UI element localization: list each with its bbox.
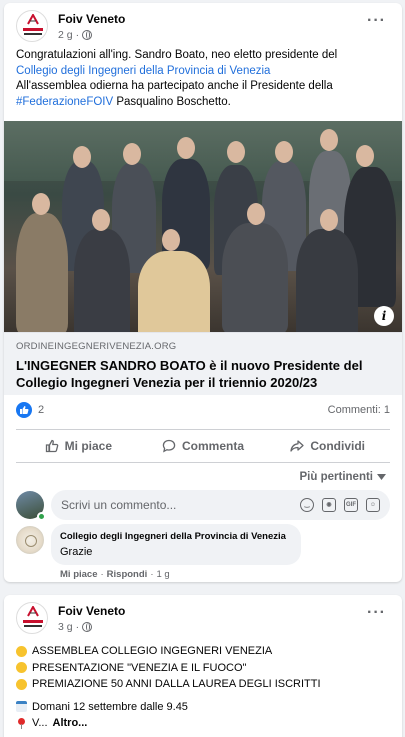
photo-face [320,129,338,151]
photo-face [162,229,180,251]
post-stats: 2 Commenti: 1 [16,401,390,421]
photo-face [356,145,374,167]
caret-down-icon [377,474,386,480]
comment-time[interactable]: 1 g [156,569,169,580]
info-icon[interactable]: i [374,306,394,326]
like-label: Mi piace [64,439,113,453]
see-more-link[interactable]: Altro... [53,715,88,732]
photo-face [92,209,110,231]
hashtag-link[interactable]: #FederazioneFOIV [16,96,113,108]
post-text: Congratulazioni all'ing. Sandro Boato, n… [16,48,392,110]
post-time[interactable]: 2 g [58,29,73,41]
emoji-icon[interactable]: ‿ [300,498,314,512]
link-domain: ORDINEINGEGNERIVENEZIA.ORG [16,341,177,352]
like-count[interactable]: 2 [38,404,44,416]
comment-count[interactable]: Commenti: 1 [328,404,390,416]
logo-bar [24,625,42,627]
comment-label: Commenta [182,439,245,453]
commenter-avatar[interactable] [16,526,44,554]
gif-icon[interactable]: GIF [344,498,358,512]
photo-face [247,203,265,225]
yellow-circle-icon [16,678,27,690]
photo-face [320,209,338,231]
thumbs-up-icon [45,439,58,453]
more-options-icon[interactable]: ··· [367,13,386,29]
list-item: PRESENTAZIONE "VENEZIA E IL FUOCO" [16,660,392,677]
post-author[interactable]: Foiv Veneto [58,12,125,26]
comment-actions: Mi piace · Rispondi · 1 g [60,569,170,580]
post-card: Foiv Veneto 2 g · ··· Congratulazioni al… [4,3,402,582]
globe-icon [82,622,93,632]
post-text-line: Congratulazioni all'ing. Sandro Boato, n… [16,49,338,61]
yellow-circle-icon [16,645,27,657]
photo-face [73,146,91,168]
calendar-icon [16,701,27,713]
post-actions: Mi piace Commenta Condividi [16,429,390,463]
more-options-icon[interactable]: ··· [367,605,386,621]
share-label: Condividi [310,439,366,453]
post-text-line: All'assemblea odierna ha partecipato anc… [16,80,333,92]
logo-bar [23,28,43,31]
comment-sort-dropdown[interactable]: Più pertinenti [300,471,386,483]
sort-label: Più pertinenti [299,471,373,483]
photo-face [275,141,293,163]
globe-icon [82,30,93,40]
photo-face [123,143,141,165]
page-avatar[interactable] [16,602,48,634]
like-reaction-icon[interactable] [16,402,32,418]
page-avatar[interactable] [16,10,48,42]
post-text-line: Pasqualino Boschetto. [113,95,231,108]
post-author[interactable]: Foiv Veneto [58,604,125,618]
comment-icon [162,439,176,453]
camera-icon[interactable]: ◉ [322,498,336,512]
photo-person [222,223,288,332]
post-time[interactable]: 3 g [58,621,73,633]
federation-logo-icon [27,606,39,617]
photo-face [177,137,195,159]
post-header: Foiv Veneto 3 g · ··· [16,602,390,636]
comment-button[interactable]: Commenta [141,430,266,462]
post-text: ASSEMBLEA COLLEGIO INGEGNERI VENEZIA PRE… [16,643,392,732]
comment-text: Grazie [60,546,93,558]
post-text-link[interactable]: Collegio degli Ingegneri della Provincia… [16,65,270,77]
comment-tools: ‿ ◉ GIF ☺ [300,498,380,512]
photo-person [138,251,210,332]
comment-box: ‿ ◉ GIF ☺ [51,490,390,520]
location-line: V... Altro... [16,715,392,732]
comment-input[interactable] [61,490,301,520]
date-line: Domani 12 settembre dalle 9.45 [16,699,392,716]
share-button[interactable]: Condividi [265,430,390,462]
link-title[interactable]: L'INGEGNER SANDRO BOATO è il nuovo Presi… [16,357,394,391]
yellow-circle-icon [16,662,27,674]
post-meta: 3 g · [58,621,93,633]
photo-person [16,213,68,332]
list-item: ASSEMBLEA COLLEGIO INGEGNERI VENEZIA [16,643,392,660]
photo-face [227,141,245,163]
link-preview[interactable]: ORDINEINGEGNERIVENEZIA.ORG L'INGEGNER SA… [4,332,402,395]
logo-bar [23,620,43,623]
online-status-icon [37,512,46,521]
comment-reply-button[interactable]: Rispondi [107,569,148,580]
federation-logo-icon [27,14,39,25]
share-icon [290,440,304,452]
like-button[interactable]: Mi piace [16,430,141,462]
comment-like-button[interactable]: Mi piace [60,569,98,580]
photo-person [74,229,130,332]
post-meta: 2 g · [58,29,93,41]
photo-face [32,193,50,215]
post-header: Foiv Veneto 2 g · ··· [16,10,390,44]
comment-bubble: Collegio degli Ingegneri della Provincia… [51,524,301,565]
photo-person [296,229,358,332]
list-item: PREMIAZIONE 50 ANNI DALLA LAUREA DEGLI I… [16,676,392,693]
sticker-icon[interactable]: ☺ [366,498,380,512]
pushpin-icon [16,717,27,729]
logo-bar [24,33,42,35]
post-photo[interactable]: i [4,121,402,332]
post-card: Foiv Veneto 3 g · ··· ASSEMBLEA COLLEGIO… [4,595,402,737]
comment-author[interactable]: Collegio degli Ingegneri della Provincia… [60,531,286,542]
